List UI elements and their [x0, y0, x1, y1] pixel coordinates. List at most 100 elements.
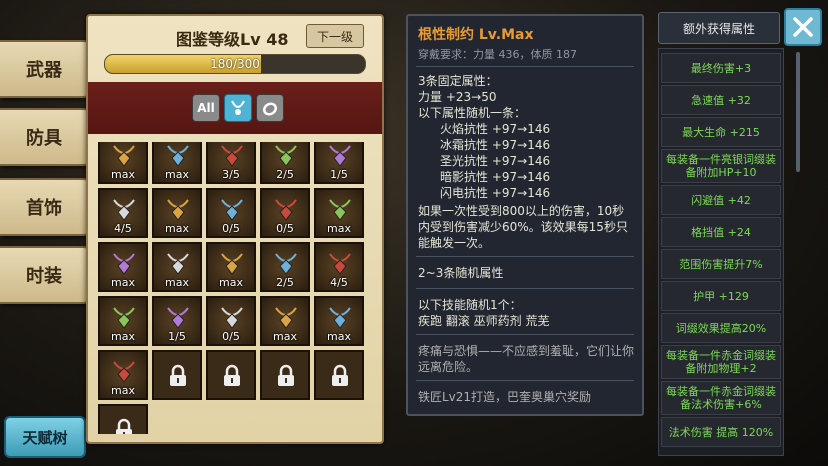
tab-label: 首饰 — [26, 198, 62, 219]
tab-fashion[interactable]: 时装 — [0, 246, 90, 304]
item-progress-label: max — [327, 330, 351, 343]
item-slot[interactable]: 0/5 — [206, 188, 256, 238]
ring-filter-icon — [262, 102, 278, 116]
next-level-label: 下一级 — [316, 29, 353, 44]
item-slot[interactable]: max — [314, 188, 364, 238]
skill-header: 以下技能随机1个： — [418, 298, 522, 312]
item-grid: max max 3/5 2/5 1/5 4/5 max 0/5 0/5 max max max max 2… — [98, 142, 364, 434]
item-slot[interactable]: 3/5 — [206, 142, 256, 184]
random-attr-line: 冰霜抗性 +97→146 — [440, 138, 551, 152]
jewelry-icon — [275, 253, 297, 275]
item-slot[interactable]: max — [314, 296, 364, 346]
extra-attributes-list[interactable]: 最终伤害+3 急速值 +32 最大生命 +215 每装备一件亮银词缀装 备附加HP+10… — [658, 48, 784, 456]
close-button[interactable] — [784, 8, 822, 46]
jewelry-icon — [167, 307, 189, 329]
attribute-text: 法术伤害 提高 120% — [668, 425, 774, 439]
extra-attributes-button[interactable]: 额外获得属性 — [658, 12, 780, 44]
lock-icon — [116, 418, 132, 434]
attribute-text: 格挡值 +24 — [691, 225, 751, 239]
locked-slot[interactable] — [260, 350, 310, 400]
attribute-text: 最大生命 +215 — [682, 125, 760, 139]
extra-attribute-item: 每装备一件亮银词缀装 备附加HP+10 — [661, 149, 781, 183]
item-slot[interactable]: 0/5 — [260, 188, 310, 238]
locked-slot[interactable] — [152, 350, 202, 400]
item-progress-label: max — [111, 168, 135, 181]
talent-tree-button[interactable]: 天赋树 — [4, 416, 86, 458]
jewelry-icon — [275, 307, 297, 329]
item-progress-label: max — [111, 276, 135, 289]
filter-bar: All — [88, 82, 382, 134]
item-progress-label: max — [111, 384, 135, 397]
jewelry-icon — [329, 199, 351, 221]
scrollbar[interactable] — [796, 52, 800, 172]
item-slot[interactable]: max — [260, 296, 310, 346]
jewelry-icon — [113, 361, 135, 383]
item-progress-label: 3/5 — [222, 168, 240, 181]
jewelry-icon — [221, 307, 243, 329]
locked-slot[interactable] — [314, 350, 364, 400]
item-progress-label: 2/5 — [276, 168, 294, 181]
attribute-text: 备法术伤害+6% — [680, 398, 762, 411]
lock-icon — [278, 364, 294, 386]
attribute-text: 备附加HP+10 — [685, 166, 757, 179]
item-slot[interactable]: max — [98, 350, 148, 400]
tab-label: 武器 — [26, 60, 62, 81]
tab-label: 防具 — [26, 128, 62, 149]
item-progress-label: max — [327, 222, 351, 235]
close-icon — [793, 17, 813, 37]
item-slot[interactable]: 4/5 — [314, 242, 364, 292]
item-progress-label: max — [165, 276, 189, 289]
item-slot[interactable]: max — [152, 242, 202, 292]
extra-attribute-item: 护甲 +129 — [661, 281, 781, 311]
item-progress-label: 4/5 — [330, 276, 348, 289]
extra-attribute-item: 格挡值 +24 — [661, 217, 781, 247]
jewelry-icon — [167, 145, 189, 167]
item-slot[interactable]: 1/5 — [152, 296, 202, 346]
flavor-line: 疼痛与恐惧——不应感到羞耻，它们让你 — [418, 344, 635, 358]
item-slot[interactable]: max — [98, 142, 148, 184]
attribute-text: 每装备一件亮银词缀装 — [666, 153, 776, 166]
jewelry-icon — [221, 199, 243, 221]
item-slot[interactable]: 2/5 — [260, 242, 310, 292]
extra-attribute-item: 最大生命 +215 — [661, 117, 781, 147]
jewelry-icon — [329, 253, 351, 275]
jewelry-icon — [113, 307, 135, 329]
fixed-attr-line: 力量 +23→50 — [418, 90, 497, 104]
item-slot[interactable]: 1/5 — [314, 142, 364, 184]
codex-level-title: 图鉴等级Lv 48 — [176, 30, 289, 49]
random-attr-header: 以下属性随机一条： — [418, 106, 527, 120]
item-progress-label: max — [165, 168, 189, 181]
filter-necklace-button[interactable] — [224, 94, 252, 122]
item-slot[interactable]: max — [152, 142, 202, 184]
jewelry-icon — [329, 307, 351, 329]
next-level-button[interactable]: 下一级 — [306, 24, 364, 48]
item-source: 铁匠Lv21打造，巴奎奥巢穴奖励 — [418, 390, 592, 404]
locked-slot[interactable] — [206, 350, 256, 400]
jewelry-icon — [275, 199, 297, 221]
tab-weapons[interactable]: 武器 — [0, 40, 90, 98]
attribute-text: 备附加物理+2 — [685, 362, 757, 375]
extra-attribute-item: 词缀效果提高20% — [661, 313, 781, 343]
item-slot[interactable]: max — [98, 242, 148, 292]
attribute-text: 急速值 +32 — [691, 93, 751, 107]
locked-slot[interactable] — [98, 404, 148, 434]
jewelry-icon — [167, 199, 189, 221]
item-slot[interactable]: 0/5 — [206, 296, 256, 346]
item-slot[interactable]: 2/5 — [260, 142, 310, 184]
tab-accessories[interactable]: 首饰 — [0, 178, 90, 236]
item-slot[interactable]: max — [206, 242, 256, 292]
jewelry-icon — [167, 253, 189, 275]
filter-all-button[interactable]: All — [192, 94, 220, 122]
item-progress-label: max — [111, 330, 135, 343]
item-progress-label: 0/5 — [276, 222, 294, 235]
extra-attributes-label: 额外获得属性 — [682, 21, 755, 36]
item-slot[interactable]: max — [152, 188, 202, 238]
filter-ring-button[interactable] — [256, 94, 284, 122]
extra-attribute-item: 法术伤害 提高 120% — [661, 417, 781, 447]
item-slot[interactable]: max — [98, 296, 148, 346]
tab-armor[interactable]: 防具 — [0, 108, 90, 166]
tab-label: 时装 — [26, 266, 62, 287]
codex-panel: 图鉴等级Lv 48 下一级 180/300 All max max 3/5 2/5 1/… — [86, 14, 384, 444]
lock-icon — [332, 364, 348, 386]
item-slot[interactable]: 4/5 — [98, 188, 148, 238]
